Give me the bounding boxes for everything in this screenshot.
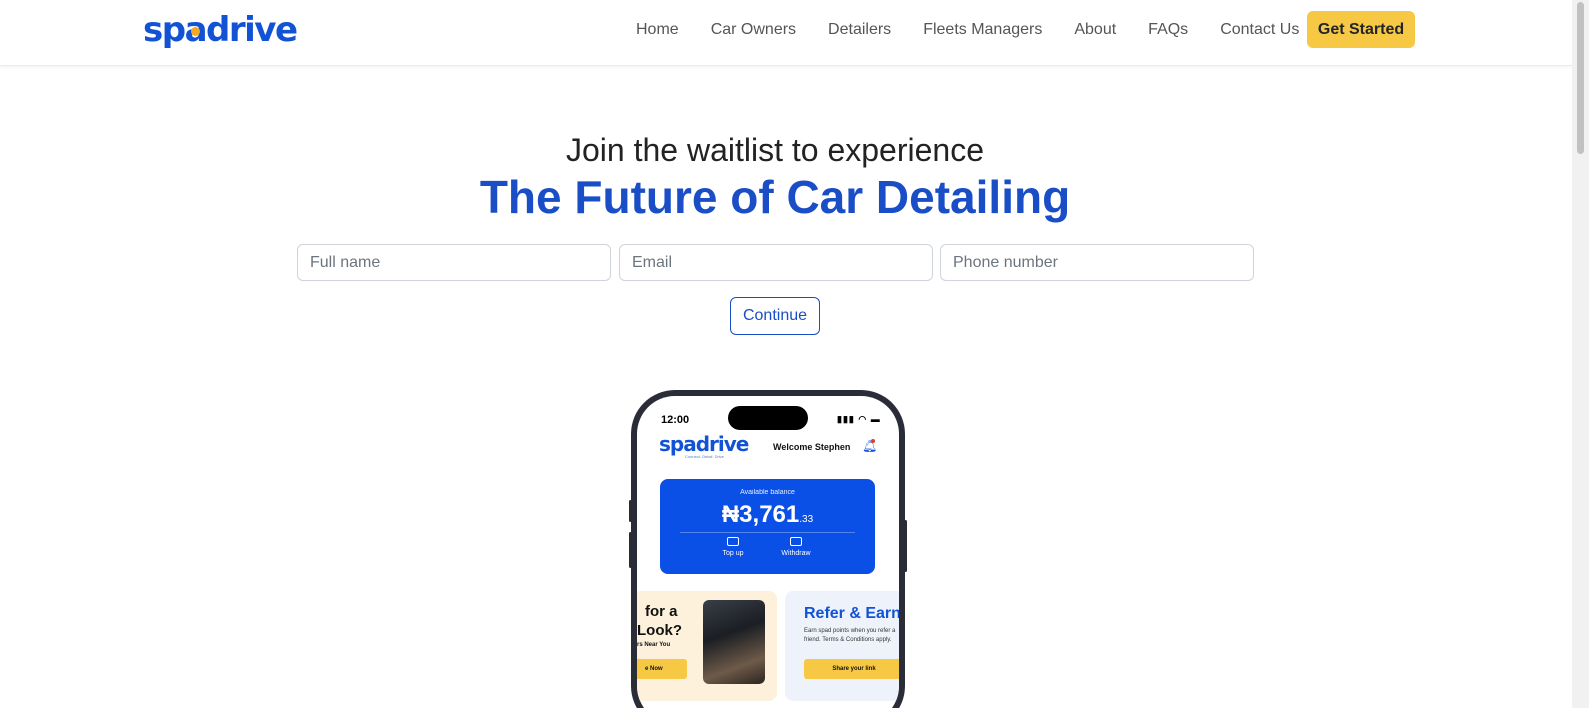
promo-line1: for a bbox=[645, 603, 678, 620]
refer-title: Refer & Earn bbox=[804, 605, 899, 622]
nav-item-car-owners[interactable]: Car Owners bbox=[711, 19, 796, 41]
phone-number-input[interactable] bbox=[940, 244, 1254, 281]
app-tagline: Connect. Detail. Drive bbox=[685, 454, 724, 459]
nav-item-detailers[interactable]: Detailers bbox=[828, 19, 891, 41]
promo-button: e Now bbox=[637, 659, 687, 679]
nav-item-about[interactable]: About bbox=[1074, 19, 1116, 41]
dynamic-island bbox=[728, 406, 808, 430]
nav-item-fleets-managers[interactable]: Fleets Managers bbox=[923, 19, 1042, 41]
scrollbar-thumb[interactable] bbox=[1577, 2, 1584, 154]
refer-description: Earn spad points when you refer a friend… bbox=[804, 628, 896, 643]
promo-card-refer: Refer & Earn Earn spad points when you r… bbox=[785, 591, 899, 701]
balance-amount: ₦3,761.33 bbox=[660, 501, 875, 529]
top-up-action: Top up bbox=[713, 537, 753, 557]
nav-item-contact-us[interactable]: Contact Us bbox=[1220, 19, 1299, 41]
share-link-button: Share your link bbox=[804, 659, 899, 679]
brand-logo[interactable]: spadrive bbox=[143, 8, 298, 52]
hero-subtitle: Join the waitlist to experience bbox=[566, 132, 984, 168]
nav-links: Home Car Owners Detailers Fleets Manager… bbox=[636, 19, 1331, 41]
wallet-icon bbox=[727, 537, 739, 546]
nav-item-home[interactable]: Home bbox=[636, 19, 679, 41]
app-logo: spadrive bbox=[659, 432, 749, 456]
full-name-input[interactable] bbox=[297, 244, 611, 281]
balance-label: Available balance bbox=[740, 489, 795, 496]
balance-divider bbox=[680, 532, 855, 533]
promo-card-detailing: for a Look? rs Near You e Now bbox=[637, 591, 777, 701]
top-up-label: Top up bbox=[722, 550, 744, 557]
hero-title: The Future of Car Detailing bbox=[479, 171, 1071, 223]
balance-cents: .33 bbox=[799, 514, 814, 525]
phone-mockup: 12:00 ▮▮▮ ◠ ▬ spadrive Connect. Detail. … bbox=[631, 390, 905, 708]
withdraw-action: Withdraw bbox=[776, 537, 816, 557]
email-input[interactable] bbox=[619, 244, 933, 281]
balance-main: ₦3,761 bbox=[721, 501, 800, 528]
notification-dot bbox=[871, 439, 875, 443]
status-time: 12:00 bbox=[661, 414, 690, 426]
status-icons: ▮▮▮ ◠ ▬ bbox=[837, 414, 881, 424]
navbar: spadrive Home Car Owners Detailers Fleet… bbox=[0, 0, 1572, 66]
nav-item-faqs[interactable]: FAQs bbox=[1148, 19, 1188, 41]
car-image bbox=[703, 600, 765, 684]
promo-line3: rs Near You bbox=[637, 642, 671, 648]
withdraw-label: Withdraw bbox=[781, 550, 811, 557]
card-icon bbox=[790, 537, 802, 546]
promo-line2: Look? bbox=[637, 622, 682, 639]
page-scrollbar[interactable] bbox=[1572, 0, 1589, 708]
get-started-button[interactable]: Get Started bbox=[1307, 11, 1415, 48]
balance-card: Available balance ₦3,761.33 Top up Withd… bbox=[660, 479, 875, 574]
welcome-text: Welcome Stephen bbox=[773, 442, 851, 452]
continue-button[interactable]: Continue bbox=[730, 297, 820, 335]
phone-screen: 12:00 ▮▮▮ ◠ ▬ spadrive Connect. Detail. … bbox=[637, 396, 899, 708]
